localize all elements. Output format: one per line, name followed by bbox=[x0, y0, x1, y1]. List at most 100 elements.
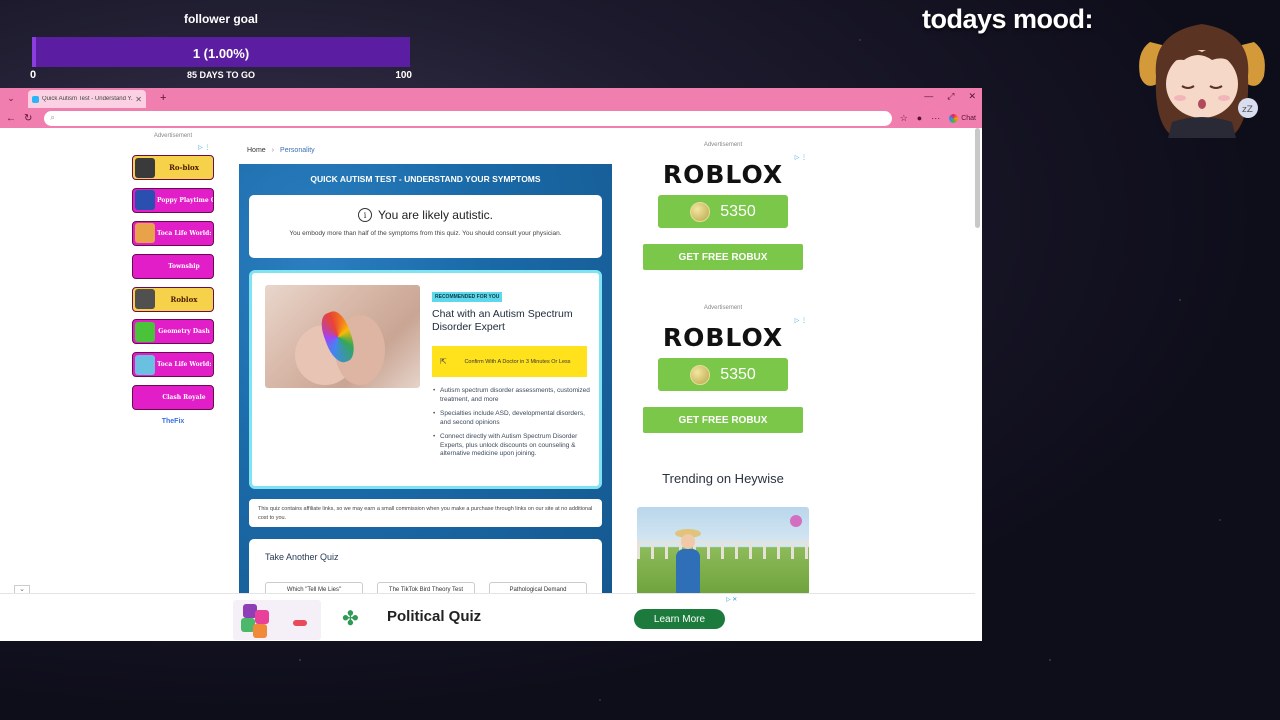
adchoices-icon[interactable]: ▷ ⋮ bbox=[198, 144, 210, 151]
pin-icon[interactable] bbox=[790, 515, 802, 527]
game-ad-label: Clash Royale bbox=[162, 394, 206, 402]
game-thumbnail-icon bbox=[135, 321, 155, 342]
breadcrumb: Home › Personality bbox=[247, 147, 315, 154]
chat-button[interactable]: Chat bbox=[949, 113, 976, 123]
robux-amount: 5350 bbox=[658, 195, 788, 228]
goal-max: 100 bbox=[395, 70, 412, 81]
browser-window: ⌄ Quick Autism Test - Understand Y... ✕ … bbox=[0, 88, 982, 641]
game-ad-button[interactable]: Township bbox=[132, 253, 214, 279]
game-ad-button[interactable]: Geometry Dash bbox=[132, 319, 214, 345]
game-thumbnail-icon bbox=[135, 157, 155, 178]
right-ad-label-2: Advertisement bbox=[703, 305, 743, 311]
game-ad-label: Geometry Dash bbox=[158, 328, 210, 336]
toolbar-right: ☆ ● ··· Chat bbox=[900, 113, 976, 124]
right-ad-label-1: Advertisement bbox=[703, 142, 743, 148]
result-card: i You are likely autistic. You embody mo… bbox=[249, 195, 602, 258]
bottom-ad-title: Political Quiz bbox=[387, 608, 482, 625]
bookmark-star-icon[interactable]: ☆ bbox=[900, 113, 908, 124]
roblox-ad-1[interactable]: ▷ ⋮ ROBLOX 5350 GET FREE ROBUX bbox=[637, 154, 809, 294]
get-free-robux-button[interactable]: GET FREE ROBUX bbox=[643, 244, 803, 270]
game-ad-button[interactable]: Ro-blox bbox=[132, 155, 214, 180]
game-thumbnail-icon bbox=[135, 190, 155, 211]
goal-days-remaining: 85 DAYS TO GO bbox=[186, 70, 256, 80]
web-page: Advertisement ▷ ⋮ Ro-blox Poppy Playtime … bbox=[0, 128, 982, 641]
roblox-logo: ROBLOX bbox=[662, 323, 784, 352]
trending-title: Trending on Heywise bbox=[662, 471, 784, 486]
external-link-icon: ⇱ bbox=[440, 357, 447, 366]
search-icon: ⌕ bbox=[50, 113, 55, 122]
game-ad-button[interactable]: Toca Life World: B... bbox=[132, 220, 214, 246]
thefix-logo[interactable]: TheFix bbox=[132, 418, 214, 425]
roblox-logo: ROBLOX bbox=[662, 160, 784, 189]
more-menu-icon[interactable]: ··· bbox=[931, 113, 940, 123]
left-ad-label: Advertisement bbox=[153, 133, 193, 139]
site-favicon-icon bbox=[32, 95, 39, 103]
recommended-badge: RECOMMENDED FOR YOU bbox=[432, 292, 503, 302]
rec-title[interactable]: Chat with an Autism Spectrum Disorder Ex… bbox=[432, 308, 590, 334]
trending-article-image[interactable] bbox=[637, 507, 809, 595]
breadcrumb-personality[interactable]: Personality bbox=[280, 147, 315, 154]
game-thumbnail-icon bbox=[135, 256, 155, 276]
bottom-sticky-ad[interactable]: ▷ ✕ ✤ Political Quiz Learn More bbox=[0, 593, 975, 641]
goal-title: follower goal bbox=[183, 12, 258, 26]
profile-icon[interactable]: ● bbox=[917, 113, 922, 123]
affiliate-disclosure: This quiz contains affiliate links, so w… bbox=[249, 499, 602, 527]
chat-label: Chat bbox=[961, 114, 976, 122]
list-item: Connect directly with Autism Spectrum Di… bbox=[433, 433, 590, 459]
page-scrollbar[interactable] bbox=[975, 128, 980, 228]
result-title: You are likely autistic. bbox=[378, 208, 493, 222]
game-ad-button[interactable]: Clash Royale bbox=[132, 385, 214, 411]
tab-title: Quick Autism Test - Understand Y... bbox=[42, 96, 134, 102]
tab-list-chevron-icon[interactable]: ⌄ bbox=[2, 90, 20, 106]
address-bar[interactable]: ⌕ bbox=[44, 110, 892, 126]
confirm-doctor-button[interactable]: ⇱ Confirm With A Doctor in 3 Minutes Or … bbox=[432, 346, 587, 377]
sleepy-dog-girl-avatar: zZ bbox=[1139, 24, 1265, 138]
get-free-robux-button[interactable]: GET FREE ROBUX bbox=[643, 407, 803, 433]
rec-benefits-list: Autism spectrum disorder assessments, cu… bbox=[432, 387, 590, 459]
tab-active[interactable]: Quick Autism Test - Understand Y... ✕ bbox=[28, 90, 146, 108]
roblox-ad-2[interactable]: ▷ ⋮ ROBLOX 5350 GET FREE ROBUX bbox=[637, 317, 809, 457]
mood-label: todays mood: bbox=[922, 4, 1094, 34]
game-thumbnail-icon bbox=[135, 388, 155, 408]
list-item: Specialties include ASD, developmental d… bbox=[433, 410, 590, 427]
game-ad-button[interactable]: Poppy Playtime Ch... bbox=[132, 187, 214, 213]
game-ad-button[interactable]: Toca Life World: B... bbox=[132, 352, 214, 378]
game-thumbnail-icon bbox=[135, 289, 155, 310]
adchoices-icon[interactable]: ▷ ✕ bbox=[726, 596, 737, 603]
robux-value: 5350 bbox=[720, 365, 756, 383]
minimize-icon[interactable]: — bbox=[924, 91, 933, 102]
goal-value: 1 (1.00%) bbox=[192, 46, 250, 61]
follower-goal-widget: follower goal 1 (1.00%) 0 85 DAYS TO GO … bbox=[30, 10, 412, 81]
fence-graphic bbox=[637, 541, 809, 559]
restore-icon[interactable]: ⤢ bbox=[947, 91, 954, 102]
back-arrow-icon[interactable]: ← bbox=[6, 113, 16, 124]
breadcrumb-home[interactable]: Home bbox=[247, 147, 266, 154]
right-ads-column: Advertisement ▷ ⋮ ROBLOX 5350 GET FREE R… bbox=[637, 142, 809, 595]
robux-coin-icon bbox=[690, 364, 711, 385]
svg-text:zZ: zZ bbox=[1242, 105, 1253, 115]
woman-with-hat-graphic bbox=[671, 529, 705, 595]
game-ad-label: Township bbox=[168, 262, 200, 270]
copilot-icon bbox=[949, 113, 959, 123]
game-thumbnail-icon bbox=[135, 223, 155, 244]
game-ad-button[interactable]: Roblox bbox=[132, 286, 214, 312]
quiz-brand-image bbox=[233, 600, 321, 640]
adchoices-icon[interactable]: ▷ ⋮ bbox=[795, 317, 807, 324]
learn-more-button[interactable]: Learn More bbox=[634, 609, 725, 629]
recommendation-card[interactable]: RECOMMENDED FOR YOU Chat with an Autism … bbox=[249, 270, 602, 489]
game-ad-label: Roblox bbox=[170, 294, 198, 304]
adchoices-icon[interactable]: ▷ ⋮ bbox=[795, 154, 807, 161]
close-window-icon[interactable]: ✕ bbox=[968, 91, 976, 102]
list-item: Autism spectrum disorder assessments, cu… bbox=[433, 387, 590, 404]
close-tab-icon[interactable]: ✕ bbox=[135, 95, 142, 104]
robux-amount: 5350 bbox=[658, 358, 788, 391]
reload-icon[interactable]: ↻ bbox=[24, 113, 32, 124]
puzzle-hands-image bbox=[265, 285, 420, 388]
tab-strip: ⌄ Quick Autism Test - Understand Y... ✕ … bbox=[0, 88, 982, 108]
breadcrumb-separator: › bbox=[271, 147, 275, 154]
plus-icon[interactable]: + bbox=[160, 92, 166, 104]
quiz-main-panel: QUICK AUTISM TEST - UNDERSTAND YOUR SYMP… bbox=[239, 164, 612, 641]
window-controls: — ⤢ ✕ bbox=[924, 91, 976, 102]
result-text: You embody more than half of the symptom… bbox=[289, 230, 562, 237]
left-game-ads: Ro-blox Poppy Playtime Ch... Toca Life Wor… bbox=[132, 155, 214, 425]
